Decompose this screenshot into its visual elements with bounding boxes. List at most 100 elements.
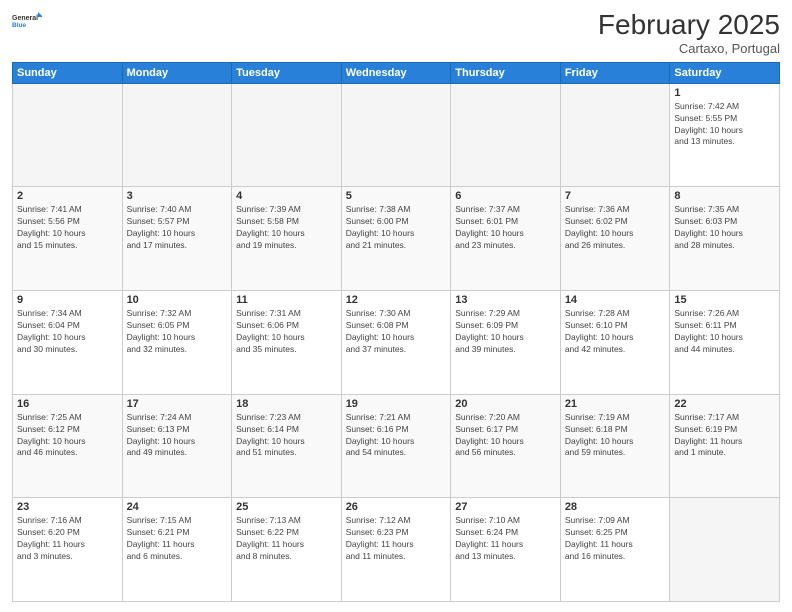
calendar-cell: 1 Sunrise: 7:42 AM Sunset: 5:55 PM Daylig… [670,83,780,187]
day-info: Sunrise: 7:35 AM Sunset: 6:03 PM Dayligh… [674,204,775,252]
calendar-cell: 12 Sunrise: 7:30 AM Sunset: 6:08 PM Dayli… [341,291,451,395]
calendar-cell: 20 Sunrise: 7:20 AM Sunset: 6:17 PM Dayli… [451,394,561,498]
weekday-header-thursday: Thursday [451,62,561,83]
day-number: 16 [17,398,118,410]
day-number: 14 [565,294,666,306]
calendar-week-5: 23 Sunrise: 7:16 AM Sunset: 6:20 PM Dayli… [13,498,780,602]
weekday-header-saturday: Saturday [670,62,780,83]
day-info: Sunrise: 7:34 AM Sunset: 6:04 PM Dayligh… [17,308,118,356]
day-number: 19 [346,398,447,410]
subtitle: Cartaxo, Portugal [598,41,780,56]
logo: General Blue [12,10,42,34]
page: General Blue February 2025 Cartaxo, Port… [0,0,792,612]
day-number: 25 [236,501,337,513]
weekday-header-wednesday: Wednesday [341,62,451,83]
day-number: 11 [236,294,337,306]
day-info: Sunrise: 7:28 AM Sunset: 6:10 PM Dayligh… [565,308,666,356]
calendar-table: SundayMondayTuesdayWednesdayThursdayFrid… [12,62,780,602]
calendar-cell: 6 Sunrise: 7:37 AM Sunset: 6:01 PM Daylig… [451,187,561,291]
calendar-week-3: 9 Sunrise: 7:34 AM Sunset: 6:04 PM Daylig… [13,291,780,395]
weekday-header-monday: Monday [122,62,232,83]
calendar-cell [232,83,342,187]
day-info: Sunrise: 7:42 AM Sunset: 5:55 PM Dayligh… [674,101,775,149]
calendar-cell: 14 Sunrise: 7:28 AM Sunset: 6:10 PM Dayli… [560,291,670,395]
calendar-cell: 3Sunrise: 7:40 AM Sunset: 5:57 PM Daylig… [122,187,232,291]
day-number: 22 [674,398,775,410]
calendar-cell: 28 Sunrise: 7:09 AM Sunset: 6:25 PM Dayli… [560,498,670,602]
day-number: 10 [127,294,228,306]
calendar-cell [560,83,670,187]
weekday-header-friday: Friday [560,62,670,83]
day-number: 6 [455,190,556,202]
day-number: 20 [455,398,556,410]
day-info: Sunrise: 7:36 AM Sunset: 6:02 PM Dayligh… [565,204,666,252]
calendar-cell: 17 Sunrise: 7:24 AM Sunset: 6:13 PM Dayli… [122,394,232,498]
calendar-cell: 27 Sunrise: 7:10 AM Sunset: 6:24 PM Dayli… [451,498,561,602]
day-info: Sunrise: 7:17 AM Sunset: 6:19 PM Dayligh… [674,412,775,460]
day-info: Sunrise: 7:21 AM Sunset: 6:16 PM Dayligh… [346,412,447,460]
day-number: 24 [127,501,228,513]
calendar-cell: 24Sunrise: 7:15 AM Sunset: 6:21 PM Dayli… [122,498,232,602]
calendar-cell: 25 Sunrise: 7:13 AM Sunset: 6:22 PM Dayli… [232,498,342,602]
calendar-cell: 8 Sunrise: 7:35 AM Sunset: 6:03 PM Daylig… [670,187,780,291]
calendar-cell [451,83,561,187]
calendar-cell: 2Sunrise: 7:41 AM Sunset: 5:56 PM Daylig… [13,187,123,291]
calendar-cell: 9 Sunrise: 7:34 AM Sunset: 6:04 PM Daylig… [13,291,123,395]
calendar-cell: 13Sunrise: 7:29 AM Sunset: 6:09 PM Dayli… [451,291,561,395]
day-info: Sunrise: 7:19 AM Sunset: 6:18 PM Dayligh… [565,412,666,460]
day-number: 2 [17,190,118,202]
header: General Blue February 2025 Cartaxo, Port… [12,10,780,56]
calendar-cell [670,498,780,602]
month-title: February 2025 [598,10,780,41]
day-info: Sunrise: 7:31 AM Sunset: 6:06 PM Dayligh… [236,308,337,356]
calendar-cell: 5Sunrise: 7:38 AM Sunset: 6:00 PM Daylig… [341,187,451,291]
calendar-cell: 23 Sunrise: 7:16 AM Sunset: 6:20 PM Dayli… [13,498,123,602]
calendar-cell [341,83,451,187]
day-number: 7 [565,190,666,202]
calendar-cell: 21 Sunrise: 7:19 AM Sunset: 6:18 PM Dayli… [560,394,670,498]
day-info: Sunrise: 7:13 AM Sunset: 6:22 PM Dayligh… [236,515,337,563]
day-number: 1 [674,87,775,99]
day-info: Sunrise: 7:16 AM Sunset: 6:20 PM Dayligh… [17,515,118,563]
day-info: Sunrise: 7:23 AM Sunset: 6:14 PM Dayligh… [236,412,337,460]
calendar-cell: 26 Sunrise: 7:12 AM Sunset: 6:23 PM Dayli… [341,498,451,602]
day-number: 8 [674,190,775,202]
day-number: 28 [565,501,666,513]
weekday-header-tuesday: Tuesday [232,62,342,83]
day-number: 12 [346,294,447,306]
calendar-week-1: 1 Sunrise: 7:42 AM Sunset: 5:55 PM Daylig… [13,83,780,187]
title-section: February 2025 Cartaxo, Portugal [598,10,780,56]
day-info: Sunrise: 7:24 AM Sunset: 6:13 PM Dayligh… [127,412,228,460]
svg-text:General: General [12,15,38,22]
day-info: Sunrise: 7:37 AM Sunset: 6:01 PM Dayligh… [455,204,556,252]
calendar-week-4: 16 Sunrise: 7:25 AM Sunset: 6:12 PM Dayli… [13,394,780,498]
day-info: Sunrise: 7:32 AM Sunset: 6:05 PM Dayligh… [127,308,228,356]
day-number: 15 [674,294,775,306]
day-number: 18 [236,398,337,410]
calendar-cell: 22 Sunrise: 7:17 AM Sunset: 6:19 PM Dayli… [670,394,780,498]
day-info: Sunrise: 7:39 AM Sunset: 5:58 PM Dayligh… [236,204,337,252]
day-number: 17 [127,398,228,410]
day-number: 9 [17,294,118,306]
calendar-week-2: 2Sunrise: 7:41 AM Sunset: 5:56 PM Daylig… [13,187,780,291]
day-number: 3 [127,190,228,202]
day-number: 27 [455,501,556,513]
day-number: 26 [346,501,447,513]
day-number: 21 [565,398,666,410]
day-info: Sunrise: 7:29 AM Sunset: 6:09 PM Dayligh… [455,308,556,356]
weekday-header-sunday: Sunday [13,62,123,83]
weekday-header-row: SundayMondayTuesdayWednesdayThursdayFrid… [13,62,780,83]
day-info: Sunrise: 7:20 AM Sunset: 6:17 PM Dayligh… [455,412,556,460]
svg-text:Blue: Blue [12,22,26,29]
day-info: Sunrise: 7:12 AM Sunset: 6:23 PM Dayligh… [346,515,447,563]
day-info: Sunrise: 7:30 AM Sunset: 6:08 PM Dayligh… [346,308,447,356]
calendar-cell: 7 Sunrise: 7:36 AM Sunset: 6:02 PM Daylig… [560,187,670,291]
day-info: Sunrise: 7:09 AM Sunset: 6:25 PM Dayligh… [565,515,666,563]
calendar-cell: 10 Sunrise: 7:32 AM Sunset: 6:05 PM Dayli… [122,291,232,395]
day-info: Sunrise: 7:25 AM Sunset: 6:12 PM Dayligh… [17,412,118,460]
day-number: 23 [17,501,118,513]
day-info: Sunrise: 7:10 AM Sunset: 6:24 PM Dayligh… [455,515,556,563]
calendar-cell [122,83,232,187]
calendar-cell [13,83,123,187]
calendar-cell: 19 Sunrise: 7:21 AM Sunset: 6:16 PM Dayli… [341,394,451,498]
